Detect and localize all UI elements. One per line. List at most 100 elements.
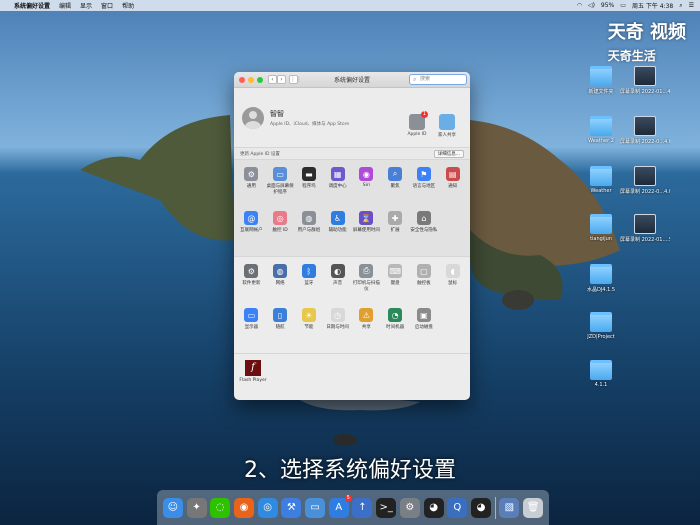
pane-siri[interactable]: ◉ Siri xyxy=(352,164,381,208)
quicktime-icon[interactable]: Q xyxy=(447,497,468,518)
pane-label: 聚焦 xyxy=(390,184,400,189)
desktop-folder[interactable]: 水晶DJ4.1.5 xyxy=(576,264,626,293)
pane-software-update[interactable]: ⚙ 软件更新 xyxy=(237,261,266,305)
details-button[interactable]: 详细信息... xyxy=(433,149,464,158)
pane-trackpad[interactable]: ▢ 触控板 xyxy=(410,261,439,305)
safari-icon[interactable]: ◎ xyxy=(257,497,278,518)
bluetooth-icon: ᛒ xyxy=(301,264,316,278)
pane-label: 通知 xyxy=(448,184,458,189)
apple-id-header: 智智 Apple ID、iCloud、媒体与 App Store 1 Apple… xyxy=(234,88,470,148)
zoom-button[interactable] xyxy=(257,76,263,83)
pane-label: 触控 ID xyxy=(272,228,288,233)
pane-bluetooth[interactable]: ᛒ 蓝牙 xyxy=(295,261,324,305)
pane-internet-accounts[interactable]: @ 互联网帐户 xyxy=(237,208,266,252)
firefox-icon[interactable]: ◉ xyxy=(233,497,254,518)
pane-printer[interactable]: ⎙ 打印机与扫描仪 xyxy=(352,261,381,305)
apple-id-pane[interactable]: 1 Apple ID xyxy=(402,111,432,138)
control-center-icon[interactable]: ☰ xyxy=(689,2,694,9)
qq-alt-icon[interactable]: ◕ xyxy=(470,497,491,518)
minimize-button[interactable] xyxy=(248,76,254,83)
launchpad-icon[interactable]: ✦ xyxy=(186,497,207,518)
pane-label: Siri xyxy=(362,183,370,188)
dock-separator xyxy=(494,496,496,519)
forward-button[interactable]: › xyxy=(277,75,286,84)
pane-displays[interactable]: ▭ 显示器 xyxy=(237,305,266,349)
menu-help[interactable]: 帮助 xyxy=(122,1,134,10)
pane-sound[interactable]: ◐ 声音 xyxy=(323,261,352,305)
pane-startup-disk[interactable]: ▣ 启动磁盘 xyxy=(410,305,439,349)
pane-sidecar[interactable]: ▯ 随航 xyxy=(266,305,295,349)
upload-icon[interactable]: ↑ xyxy=(352,497,373,518)
xcode-icon[interactable]: ⚒ xyxy=(281,497,302,518)
show-all-button[interactable]: ⋮⋮ xyxy=(289,75,302,84)
desktop-screenshot-file[interactable]: 屏幕录制 2022-0...4.04.17 xyxy=(620,166,670,195)
pane-security[interactable]: ⌂ 安全性与隐私 xyxy=(410,208,439,252)
folder-icon xyxy=(590,166,612,186)
pane-spotlight[interactable]: ⌕ 聚焦 xyxy=(381,164,410,208)
system-preferences-icon[interactable]: ⚙ xyxy=(399,497,420,518)
extensions-icon: ✚ xyxy=(388,211,403,225)
battery-icon[interactable]: ▭ xyxy=(620,2,626,9)
pane-label: 蓝牙 xyxy=(304,281,314,286)
spotlight-menu-icon[interactable]: ⌕ xyxy=(679,2,682,10)
menu-app-name[interactable]: 系统偏好设置 xyxy=(14,1,50,10)
pane-label: 显示器 xyxy=(244,325,259,330)
search-input[interactable]: ⌕ 搜索 xyxy=(409,74,467,85)
pane-time-machine[interactable]: ◔ 时间机器 xyxy=(381,305,410,349)
desktop-folder[interactable]: tiangijun xyxy=(576,214,626,242)
pane-label: 安全性与隐私 xyxy=(410,228,438,233)
video-subtitle: 2、选择系统偏好设置 xyxy=(244,458,456,483)
wechat-icon[interactable]: ◌ xyxy=(210,497,231,518)
qq-icon[interactable]: ◕ xyxy=(423,497,444,518)
pane-touch-id[interactable]: ◎ 触控 ID xyxy=(266,208,295,252)
pane-screen-time[interactable]: ⌛ 屏幕使用时间 xyxy=(352,208,381,252)
desktop-screenshot-file[interactable]: 屏幕录制 2022-0...4.05.45 xyxy=(620,116,670,145)
desktop-item-label: 新建文件夹 xyxy=(588,89,614,95)
pane-accessibility[interactable]: ♿ 辅助功能 xyxy=(323,208,352,252)
wifi-icon[interactable]: ◠ xyxy=(577,2,582,9)
pane-sharing[interactable]: ⚠ 共享 xyxy=(352,305,381,349)
desktop-folder[interactable]: Weather xyxy=(576,166,626,194)
pane-desktop[interactable]: ▭ 桌面与屏幕保护程序 xyxy=(266,164,295,208)
pane-keyboard[interactable]: ⌨ 键盘 xyxy=(381,261,410,305)
pane-notifications[interactable]: ▤ 通知 xyxy=(438,164,467,208)
battery-text[interactable]: 95% xyxy=(601,2,614,9)
menu-window[interactable]: 窗口 xyxy=(101,1,113,10)
back-button[interactable]: ‹ xyxy=(268,75,277,84)
title-bar[interactable]: ‹ › ⋮⋮ 系统偏好设置 ⌕ 搜索 xyxy=(234,72,470,88)
finder-icon[interactable]: ☺ xyxy=(162,497,183,518)
pane-language[interactable]: ⚑ 语言与地区 xyxy=(410,164,439,208)
avatar[interactable] xyxy=(242,106,264,129)
desktop-folder[interactable]: Weather 2 xyxy=(576,116,626,144)
pane-date-time[interactable]: ◷ 日期与时间 xyxy=(323,305,352,349)
menu-edit[interactable]: 编辑 xyxy=(59,1,71,10)
pane-extensions[interactable]: ✚ 扩展 xyxy=(381,208,410,252)
desktop-folder[interactable]: 新建文件夹 xyxy=(576,66,626,95)
close-button[interactable] xyxy=(239,76,245,83)
pane-energy-saver[interactable]: ☀ 节能 xyxy=(295,305,324,349)
app-store-icon[interactable]: A5 xyxy=(328,494,352,518)
desktop-screenshot-file[interactable]: 屏幕录制 2022-01...4.12.19 xyxy=(620,66,670,95)
desktop-folder[interactable]: 4.1.1 xyxy=(576,360,626,388)
pane-label: 日期与时间 xyxy=(326,325,349,330)
desktop-screenshot-file[interactable]: 屏幕录制 2022-01....59.mov xyxy=(620,214,670,243)
pane-mission-control[interactable]: ▦ 调度中心 xyxy=(323,164,352,208)
clock[interactable]: 周五 下午 4:38 xyxy=(632,1,673,10)
family-sharing-pane[interactable]: 家人共享 xyxy=(432,114,462,138)
desktop-folder[interactable]: JZD|Project xyxy=(576,312,626,340)
flash-player-pane[interactable]: f Flash Player xyxy=(238,360,268,383)
sidecar-icon: ▯ xyxy=(273,308,288,322)
terminal-icon[interactable]: >_ xyxy=(376,497,397,518)
pane-mouse[interactable]: ◖ 鼠标 xyxy=(438,261,467,305)
pane-users[interactable]: ◍ 用户与群组 xyxy=(295,208,324,252)
energy-saver-icon: ☀ xyxy=(301,308,316,322)
volume-icon[interactable]: ◁) xyxy=(588,2,595,9)
folder-icon xyxy=(590,116,612,136)
menu-view[interactable]: 显示 xyxy=(80,1,92,10)
pane-general[interactable]: ⚙ 通用 xyxy=(237,164,266,208)
files-icon[interactable]: ▭ xyxy=(305,497,326,518)
preview-icon[interactable]: ▧ xyxy=(499,497,520,518)
pane-network[interactable]: ◍ 网络 xyxy=(266,261,295,305)
pane-dock[interactable]: ▬ 程序坞 xyxy=(295,164,324,208)
trash-icon[interactable]: 🗑 xyxy=(523,497,544,518)
